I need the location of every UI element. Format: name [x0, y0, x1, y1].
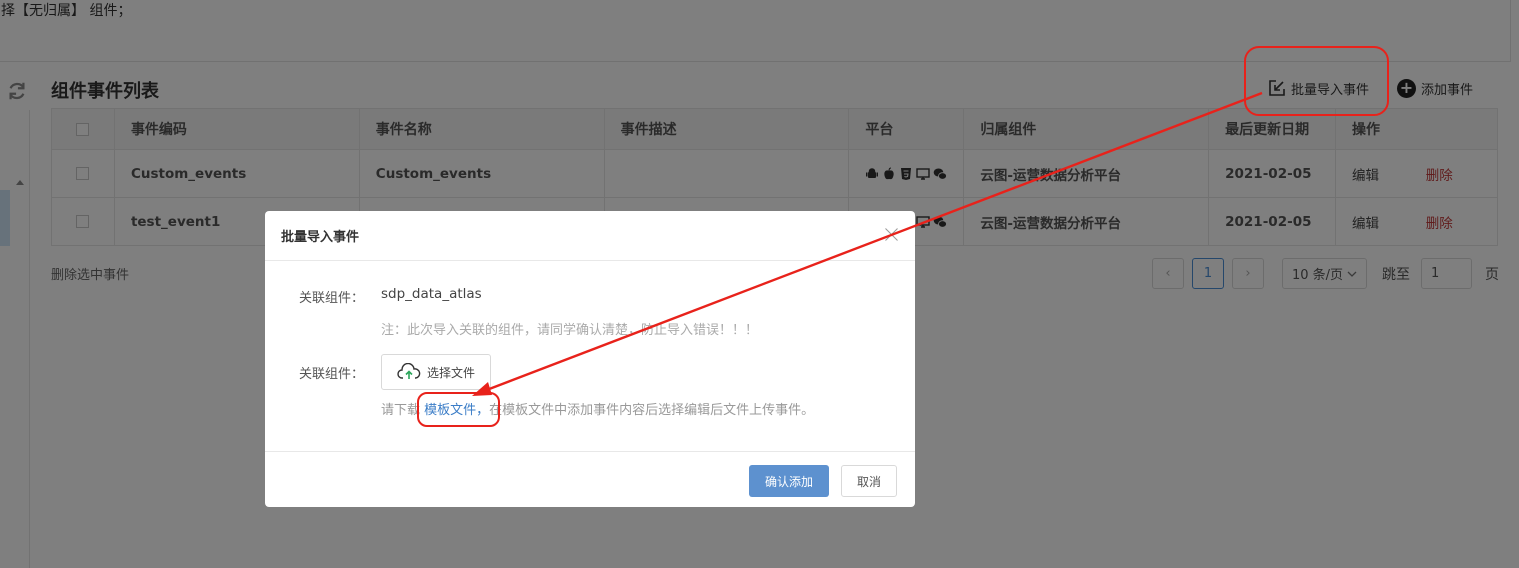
hint-prefix: 请下载: [381, 403, 421, 418]
dialog-title: 批量导入事件: [265, 211, 915, 261]
cancel-button[interactable]: 取消: [841, 465, 897, 497]
select-file-label: 选择文件: [426, 365, 475, 380]
cloud-upload-icon: [397, 363, 421, 379]
close-icon[interactable]: [885, 227, 899, 241]
page-root: 择【无归属】 组件； 组件事件列表 批量导入事件 + 添加事件 事件编码 事件名…: [0, 0, 1519, 568]
file-field-label: 关联组件：: [299, 367, 365, 382]
template-hint: 请下载 模板文件，在模板文件中添加事件内容后选择编辑后文件上传事件。: [381, 399, 814, 418]
dialog-footer: 确认添加 取消: [265, 451, 915, 507]
select-file-button[interactable]: 选择文件: [381, 354, 491, 390]
hint-suffix: 在模板文件中添加事件内容后选择编辑后文件上传事件。: [489, 403, 815, 418]
template-file-link[interactable]: 模板文件，: [424, 403, 489, 418]
component-label: 关联组件：: [299, 291, 365, 306]
confirm-add-button[interactable]: 确认添加: [749, 465, 829, 497]
component-value: sdp_data_atlas: [381, 286, 482, 302]
batch-import-dialog: 批量导入事件 关联组件： sdp_data_atlas 注：此次导入关联的组件，…: [265, 211, 915, 507]
import-warning-note: 注：此次导入关联的组件，请同学确认清楚，防止导入错误！！！: [381, 323, 759, 338]
